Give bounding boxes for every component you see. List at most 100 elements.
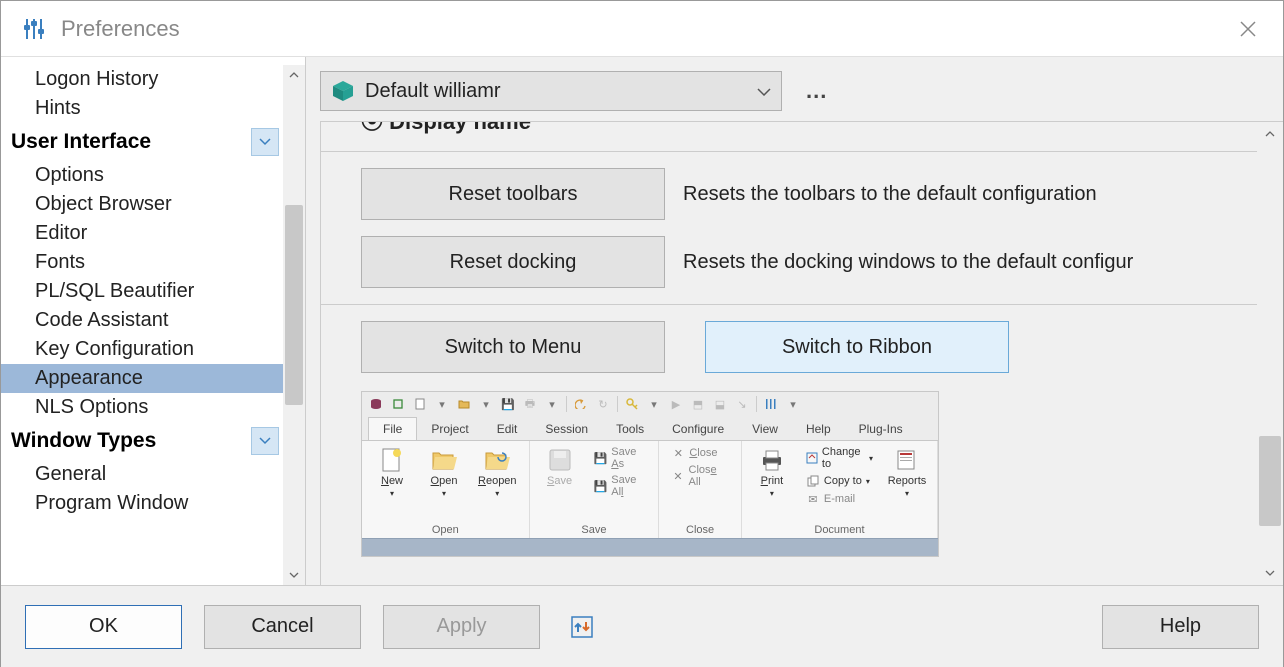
help-button[interactable]: Help — [1102, 605, 1259, 649]
more-button[interactable]: ... — [806, 78, 827, 104]
content-scrollbar[interactable] — [1257, 122, 1283, 585]
save-icon: 💾 — [594, 451, 608, 465]
sidebar-item-editor[interactable]: Editor — [1, 219, 283, 248]
undo-icon — [573, 396, 589, 412]
preview-statusbar — [362, 538, 938, 556]
save-icon: 💾 — [500, 396, 516, 412]
scroll-up-icon[interactable] — [1257, 122, 1283, 146]
apply-button[interactable]: Apply — [383, 605, 540, 649]
ribbon-new-button[interactable]: New▾ — [370, 445, 414, 500]
ribbon-saveas-button[interactable]: 💾Save As — [590, 445, 651, 471]
ribbon-tab-configure[interactable]: Configure — [658, 418, 738, 440]
chevron-down-icon — [757, 83, 771, 99]
scroll-down-icon[interactable] — [283, 565, 305, 585]
key-icon — [624, 396, 640, 412]
saveall-icon: 💾 — [594, 479, 608, 493]
redo-icon: ↻ — [595, 396, 611, 412]
ribbon-reports-button[interactable]: Reports▾ — [885, 445, 929, 500]
sidebar-item-options[interactable]: Options — [1, 161, 283, 190]
ribbon-changeto-button[interactable]: Change to▾ — [802, 445, 877, 471]
sidebar-item-program-window[interactable]: Program Window — [1, 489, 283, 518]
scroll-up-icon[interactable] — [283, 65, 305, 85]
ribbon-tab-plugins[interactable]: Plug-Ins — [845, 418, 917, 440]
ribbon-saveall-button[interactable]: 💾Save All — [590, 473, 651, 499]
ribbon-tab-project[interactable]: Project — [417, 418, 482, 440]
play-icon: ▶ — [668, 396, 684, 412]
newdoc-icon — [412, 396, 428, 412]
drop-icon: ▾ — [434, 396, 450, 412]
content-panel: Default williamr ... ⦿ Display name Rese… — [306, 57, 1283, 585]
sidebar-item-code-assistant[interactable]: Code Assistant — [1, 306, 283, 335]
group-label: Save — [538, 522, 651, 536]
ribbon-tab-session[interactable]: Session — [531, 418, 602, 440]
close-icon[interactable] — [1233, 14, 1263, 44]
reset-toolbars-desc: Resets the toolbars to the default confi… — [683, 183, 1097, 206]
switch-to-ribbon-button[interactable]: Switch to Ribbon — [705, 321, 1009, 373]
email-icon: ✉ — [806, 492, 820, 506]
ribbon-copyto-button[interactable]: Copy to▾ — [802, 473, 877, 489]
reset-docking-button[interactable]: Reset docking — [361, 236, 665, 288]
sidebar-item-logon-history[interactable]: Logon History — [1, 65, 283, 94]
copy-icon — [806, 474, 820, 488]
profile-dropdown[interactable]: Default williamr — [320, 71, 782, 111]
profile-value: Default williamr — [365, 80, 757, 103]
window-title: Preferences — [61, 16, 180, 42]
reports-icon — [892, 447, 922, 473]
closeall-icon: ✕ — [671, 469, 684, 483]
ribbon-closeall-button[interactable]: ✕Close All — [667, 463, 733, 489]
package-icon — [331, 79, 355, 103]
ribbon-group-close: ✕Close ✕Close All Close — [659, 441, 742, 538]
preferences-icon — [21, 16, 47, 42]
ok-button[interactable]: OK — [25, 605, 182, 649]
group-label: Close — [667, 522, 733, 536]
reset-docking-desc: Resets the docking windows to the defaul… — [683, 251, 1133, 274]
switch-to-menu-button[interactable]: Switch to Menu — [361, 321, 665, 373]
sidebar-section-window-types[interactable]: Window Types — [1, 422, 283, 460]
sidebar-section-user-interface[interactable]: User Interface — [1, 123, 283, 161]
import-export-icon[interactable] — [568, 613, 596, 641]
ribbon-tab-edit[interactable]: Edit — [483, 418, 532, 440]
folder-reopen-icon — [482, 447, 512, 473]
sidebar-item-nls-options[interactable]: NLS Options — [1, 393, 283, 422]
drop-icon: ▾ — [646, 396, 662, 412]
ribbon-save-button[interactable]: Save — [538, 445, 582, 489]
ribbon-reopen-button[interactable]: Reopen▾ — [474, 445, 521, 500]
scroll-thumb[interactable] — [285, 205, 303, 405]
ribbon-print-button[interactable]: Print▾ — [750, 445, 794, 500]
ribbon-tab-view[interactable]: View — [738, 418, 792, 440]
open-icon — [456, 396, 472, 412]
ribbon-tab-help[interactable]: Help — [792, 418, 845, 440]
sidebar-item-object-browser[interactable]: Object Browser — [1, 190, 283, 219]
db-icon — [368, 396, 384, 412]
drop-icon: ▾ — [478, 396, 494, 412]
group-label: Document — [750, 522, 929, 536]
print-icon — [757, 447, 787, 473]
sidebar-item-appearance[interactable]: Appearance — [1, 364, 283, 393]
sidebar-item-key-configuration[interactable]: Key Configuration — [1, 335, 283, 364]
window-titlebar: Preferences — [1, 1, 1283, 57]
ribbon-open-button[interactable]: Open▾ — [422, 445, 466, 500]
sidebar-item-plsql-beautifier[interactable]: PL/SQL Beautifier — [1, 277, 283, 306]
dialog-footer: OK Cancel Apply Help — [1, 585, 1283, 667]
category-sidebar: Logon History Hints User Interface Optio… — [1, 57, 306, 585]
ribbon-close-button[interactable]: ✕Close — [667, 445, 733, 461]
sidebar-item-general[interactable]: General — [1, 460, 283, 489]
ribbon-tab-file[interactable]: File — [368, 417, 417, 440]
section-title: User Interface — [11, 130, 151, 154]
ribbon-email-button[interactable]: ✉E-mail — [802, 491, 877, 507]
ribbon-tab-tools[interactable]: Tools — [602, 418, 658, 440]
collapse-icon[interactable] — [251, 427, 279, 455]
sidebar-item-fonts[interactable]: Fonts — [1, 248, 283, 277]
scroll-thumb[interactable] — [1259, 436, 1281, 526]
quick-access-toolbar: ▾ ▾ 💾 🖶 ▾ ↻ ▾ ▶ — [362, 392, 938, 416]
ribbon-group-save: Save 💾Save As 💾Save All Save — [530, 441, 660, 538]
reset-toolbars-button[interactable]: Reset toolbars — [361, 168, 665, 220]
tool3-icon: ↘ — [734, 396, 750, 412]
scroll-down-icon[interactable] — [1257, 561, 1283, 585]
section-title: Window Types — [11, 429, 156, 453]
sliders-icon — [763, 396, 779, 412]
cancel-button[interactable]: Cancel — [204, 605, 361, 649]
sidebar-scrollbar[interactable] — [283, 65, 305, 585]
collapse-icon[interactable] — [251, 128, 279, 156]
sidebar-item-hints[interactable]: Hints — [1, 94, 283, 123]
